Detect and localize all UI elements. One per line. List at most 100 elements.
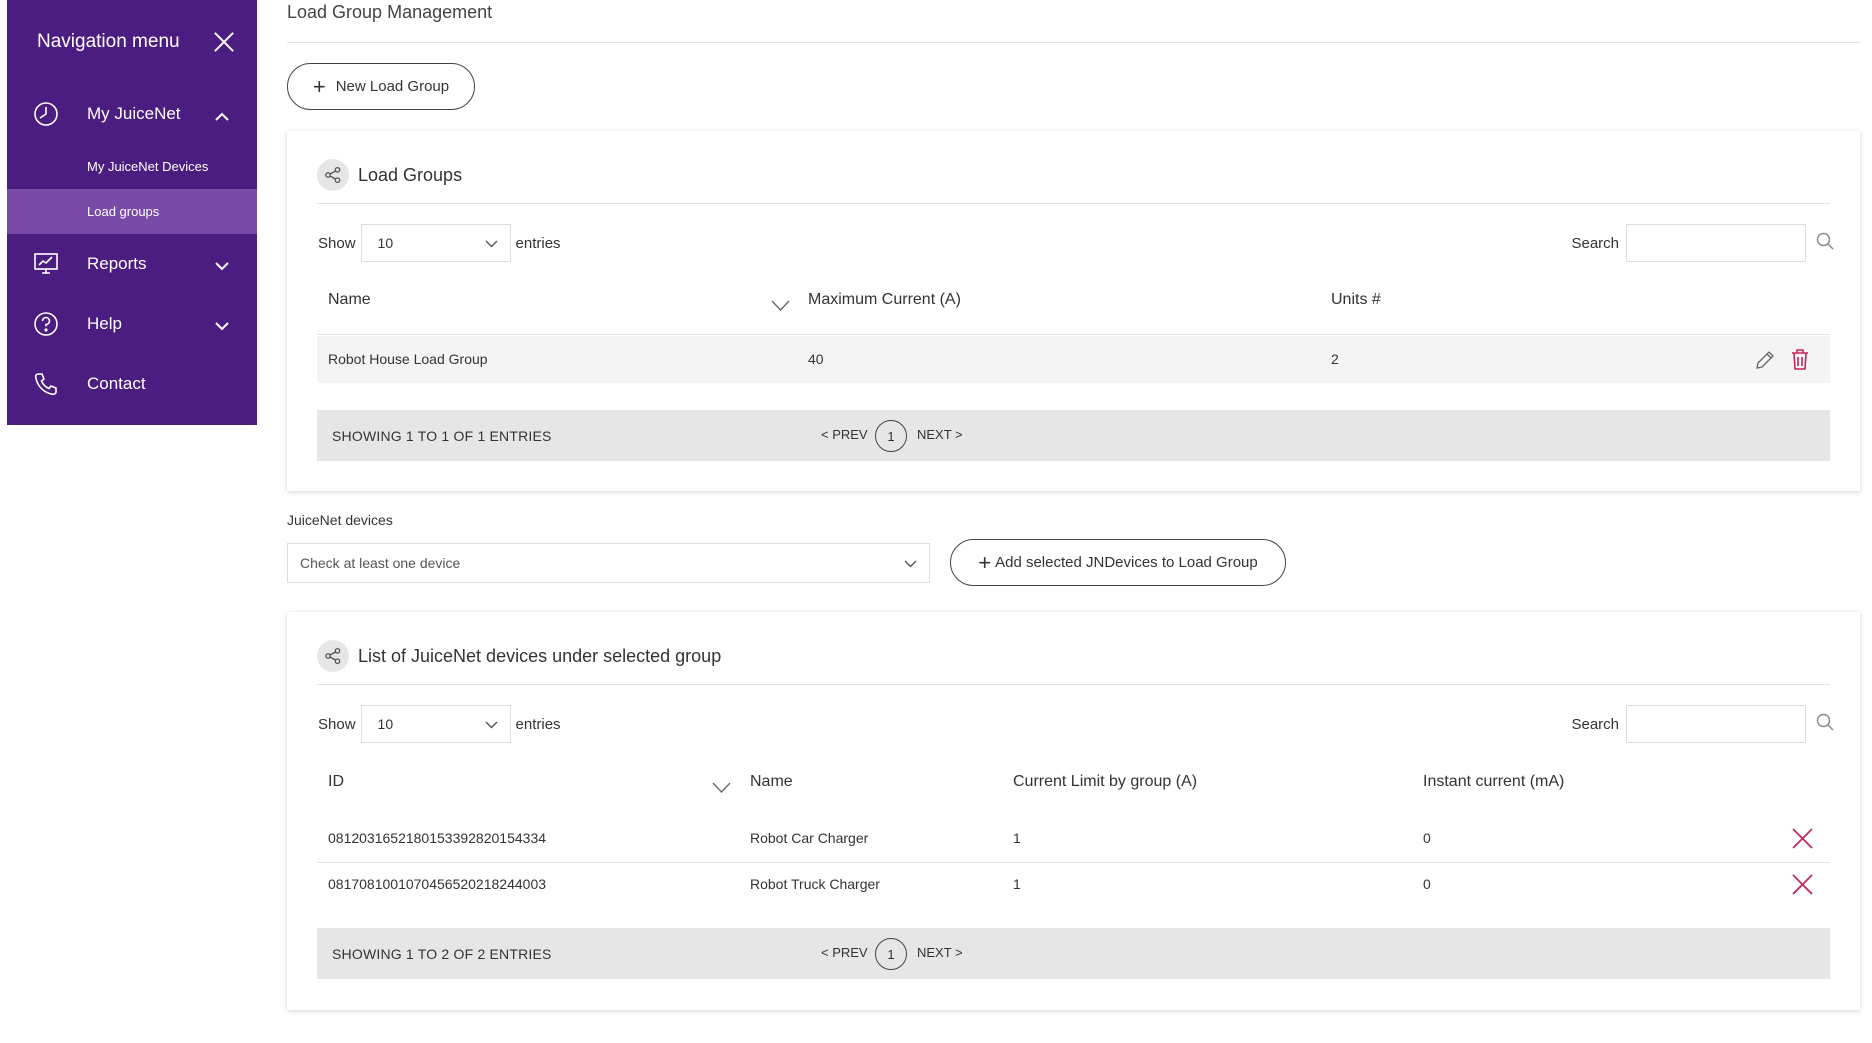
divider <box>317 203 1830 204</box>
divider <box>287 42 1860 43</box>
sidebar-item-label: My JuiceNet <box>87 104 181 123</box>
table-row: 0817081001070456520218244003 Robot Truck… <box>317 861 1830 908</box>
column-header-max-current[interactable]: Maximum Current (A) <box>808 291 961 309</box>
entries-label: entries <box>515 715 561 733</box>
column-header-id[interactable]: ID <box>328 773 344 791</box>
question-icon <box>33 311 59 337</box>
entries-length-control: Show 10 entries <box>318 224 561 262</box>
column-header-instant-current[interactable]: Instant current (mA) <box>1423 773 1564 791</box>
device-select-placeholder: Check at least one device <box>300 555 461 571</box>
sidebar-item-contact[interactable]: Contact <box>7 354 257 414</box>
page-title: Load Group Management <box>287 2 493 22</box>
column-header-name[interactable]: Name <box>750 773 793 791</box>
juicenet-devices-select[interactable]: Check at least one device <box>287 543 930 583</box>
search-input[interactable] <box>1626 705 1806 743</box>
search-control: Search <box>1571 224 1834 262</box>
next-page-button[interactable]: NEXT > <box>917 427 963 442</box>
chevron-down-icon <box>485 716 498 732</box>
cell-max-current: 40 <box>808 351 824 367</box>
new-load-group-label: New Load Group <box>335 78 450 95</box>
search-icon[interactable] <box>1816 232 1834 254</box>
cell-id: 0812031652180153392820154334 <box>328 830 547 846</box>
sort-chevron-icon[interactable] <box>771 298 790 316</box>
entries-length-control: Show 10 entries <box>318 705 561 743</box>
cell-current-limit: 1 <box>1013 876 1021 892</box>
entries-select[interactable]: 10 <box>360 224 511 262</box>
page-number-button[interactable]: 1 <box>875 420 907 452</box>
card-header: List of JuiceNet devices under selected … <box>317 640 721 672</box>
showing-info: SHOWING 1 TO 2 OF 2 ENTRIES <box>332 946 552 962</box>
sidebar-item-reports[interactable]: Reports <box>7 234 257 294</box>
search-icon[interactable] <box>1816 713 1834 735</box>
pagination-bar: SHOWING 1 TO 2 OF 2 ENTRIES < PREV 1 NEX… <box>317 928 1830 979</box>
sidebar-subitem-load-groups[interactable]: Load groups <box>7 189 257 234</box>
entries-value: 10 <box>377 235 394 251</box>
card-title: List of JuiceNet devices under selected … <box>358 645 722 666</box>
chevron-up-icon[interactable] <box>215 108 229 126</box>
remove-icon[interactable] <box>1791 827 1814 853</box>
new-load-group-button[interactable]: + New Load Group <box>287 63 475 110</box>
divider <box>317 684 1830 685</box>
cell-instant-current: 0 <box>1423 876 1431 892</box>
load-groups-card: Load Groups Show 10 entries Search Name … <box>287 131 1860 491</box>
chevron-down-icon <box>485 235 498 251</box>
share-icon <box>317 640 349 672</box>
add-devices-label: Add selected JNDevices to Load Group <box>995 554 1258 571</box>
entries-value: 10 <box>377 716 394 732</box>
column-header-name[interactable]: Name <box>328 291 371 309</box>
cell-instant-current: 0 <box>1423 830 1431 846</box>
showing-info: SHOWING 1 TO 1 OF 1 ENTRIES <box>332 428 552 444</box>
device-list-card: List of JuiceNet devices under selected … <box>287 612 1860 1010</box>
monitor-chart-icon <box>33 251 59 277</box>
entries-label: entries <box>515 234 561 252</box>
share-icon <box>317 159 349 191</box>
chevron-down-icon[interactable] <box>215 318 229 336</box>
trash-icon[interactable] <box>1791 348 1809 374</box>
entries-select[interactable]: 10 <box>360 705 511 743</box>
column-header-units[interactable]: Units # <box>1331 291 1381 309</box>
plus-icon: + <box>978 549 992 575</box>
sidebar-item-my-juicenet[interactable]: My JuiceNet <box>7 84 257 144</box>
sidebar-item-label: Reports <box>87 254 147 273</box>
divider <box>317 334 1830 335</box>
card-title: Load Groups <box>358 164 463 185</box>
search-control: Search <box>1571 705 1834 743</box>
dashboard-icon <box>33 101 59 127</box>
cell-id: 0817081001070456520218244003 <box>328 876 547 892</box>
cell-units: 2 <box>1331 351 1339 367</box>
nav-title: Navigation menu <box>37 31 180 52</box>
table-row: Robot House Load Group 40 2 <box>317 336 1830 383</box>
sidebar-item-help[interactable]: Help <box>7 294 257 354</box>
cell-name: Robot Truck Charger <box>750 876 880 892</box>
plus-icon: + <box>312 73 326 99</box>
sidebar-item-label: Help <box>87 314 122 333</box>
close-icon[interactable] <box>213 31 235 53</box>
prev-page-button[interactable]: < PREV <box>821 945 868 960</box>
search-label: Search <box>1571 715 1619 733</box>
cell-name: Robot Car Charger <box>750 830 869 846</box>
nav-header: Navigation menu <box>7 0 257 84</box>
phone-icon <box>33 371 59 397</box>
add-devices-to-group-button[interactable]: + Add selected JNDevices to Load Group <box>950 539 1286 586</box>
pencil-icon[interactable] <box>1754 349 1776 374</box>
show-label: Show <box>318 715 356 733</box>
show-label: Show <box>318 234 356 252</box>
cell-name: Robot House Load Group <box>328 351 488 367</box>
cell-current-limit: 1 <box>1013 830 1021 846</box>
sort-chevron-icon[interactable] <box>712 780 731 798</box>
prev-page-button[interactable]: < PREV <box>821 427 868 442</box>
sidebar-item-label: Contact <box>87 374 146 393</box>
next-page-button[interactable]: NEXT > <box>917 945 963 960</box>
sidebar-subitem-my-juicenet-devices[interactable]: My JuiceNet Devices <box>7 144 257 189</box>
chevron-down-icon <box>904 555 917 571</box>
chevron-down-icon[interactable] <box>215 258 229 276</box>
page-number-button[interactable]: 1 <box>875 938 907 970</box>
column-header-current-limit[interactable]: Current Limit by group (A) <box>1013 773 1197 791</box>
search-label: Search <box>1571 234 1619 252</box>
remove-icon[interactable] <box>1791 873 1814 899</box>
navigation-sidebar: Navigation menu My JuiceNet My JuiceNet … <box>7 0 257 425</box>
table-row: 0812031652180153392820154334 Robot Car C… <box>317 815 1830 862</box>
card-header: Load Groups <box>317 159 462 191</box>
juicenet-devices-label: JuiceNet devices <box>287 512 393 528</box>
search-input[interactable] <box>1626 224 1806 262</box>
